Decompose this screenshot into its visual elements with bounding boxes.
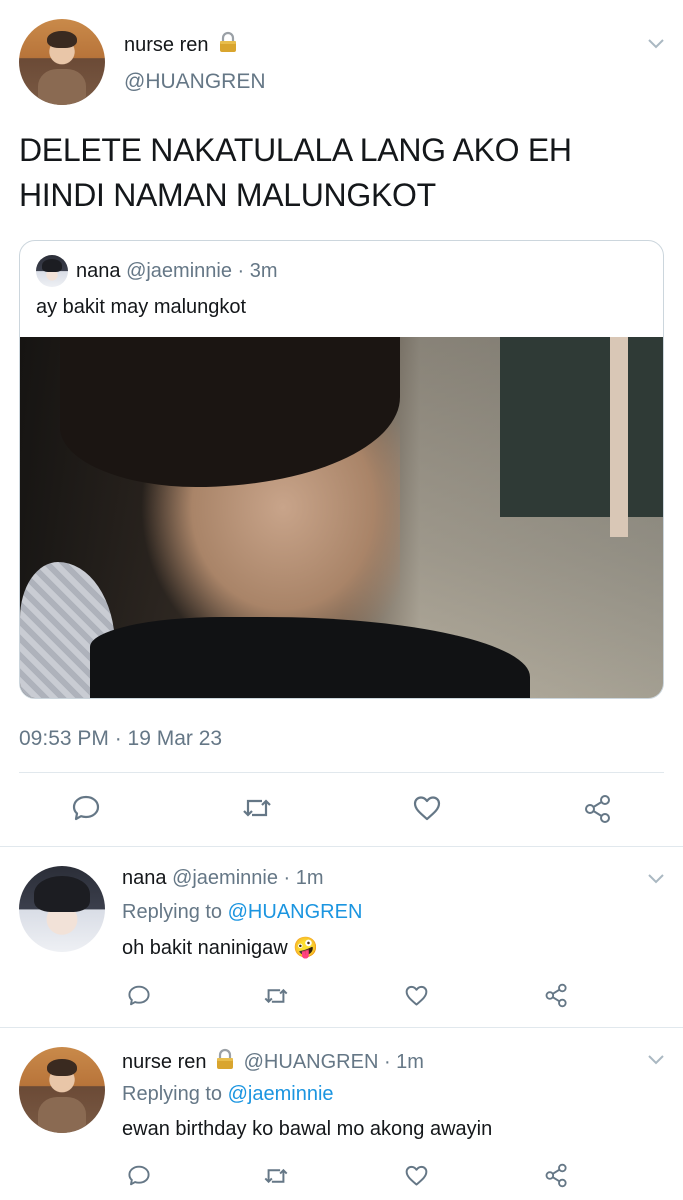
replying-to: Replying to @HUANGREN — [122, 901, 363, 923]
photo-shoulder — [90, 617, 530, 698]
divider — [19, 772, 664, 773]
retweet-icon[interactable] — [262, 985, 290, 1007]
author-name[interactable]: nurse ren — [124, 31, 238, 59]
photo-window — [500, 337, 663, 517]
retweet-icon[interactable] — [240, 795, 274, 821]
zany-face-emoji: 🤪 — [293, 937, 319, 959]
chevron-down-icon[interactable] — [647, 872, 665, 884]
reply-author[interactable]: nana @jaeminnie · 1m — [122, 867, 324, 890]
share-icon[interactable] — [583, 794, 613, 824]
replying-to: Replying to @jaeminnie — [122, 1083, 334, 1105]
divider — [0, 1027, 683, 1028]
photo-frame — [610, 337, 628, 537]
reply-text: oh bakit naninigaw 🤪 — [122, 937, 319, 959]
avatar[interactable] — [19, 19, 105, 105]
quoted-tweet[interactable]: nana @jaeminnie · 3m ay bakit may malung… — [19, 240, 664, 699]
lock-icon — [218, 31, 238, 59]
divider — [0, 846, 683, 847]
quote-text: ay bakit may malungkot — [36, 296, 247, 318]
like-icon[interactable] — [404, 984, 429, 1007]
share-icon[interactable] — [544, 1163, 569, 1188]
quote-photo[interactable] — [20, 337, 663, 698]
share-icon[interactable] — [544, 983, 569, 1008]
reply-icon[interactable] — [127, 1164, 151, 1187]
quote-author: nana @jaeminnie · 3m — [76, 260, 278, 282]
reply-author[interactable]: nurse ren @HUANGREN · 1m — [122, 1048, 424, 1076]
like-icon[interactable] — [412, 794, 442, 822]
chevron-down-icon[interactable] — [647, 1053, 665, 1065]
like-icon[interactable] — [404, 1164, 429, 1187]
tweet-text: DELETE NAKATULALA LANG AKO EH HINDI NAMA… — [19, 132, 572, 213]
reply-icon[interactable] — [127, 984, 151, 1007]
lock-icon — [215, 1048, 235, 1076]
retweet-icon[interactable] — [262, 1165, 290, 1187]
avatar[interactable] — [19, 866, 105, 952]
author-handle[interactable]: @HUANGREN — [124, 70, 266, 94]
timestamp[interactable]: 09:53 PM · 19 Mar 23 — [19, 727, 222, 751]
avatar[interactable] — [19, 1047, 105, 1133]
reply-text: ewan birthday ko bawal mo akong awayin — [122, 1118, 493, 1140]
reply-icon[interactable] — [71, 794, 101, 822]
avatar — [36, 255, 68, 287]
chevron-down-icon[interactable] — [647, 37, 665, 49]
